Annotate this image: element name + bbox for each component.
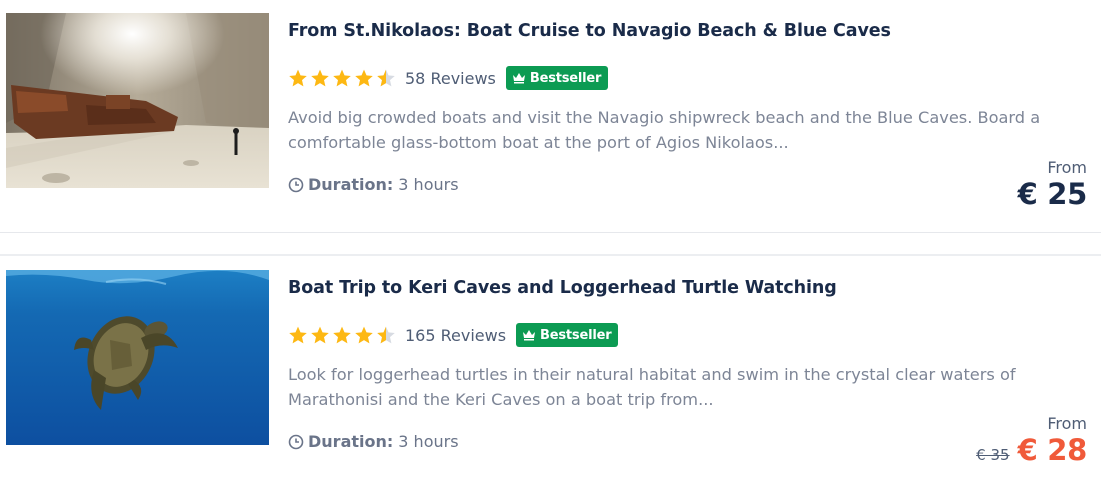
tour-image[interactable]	[6, 270, 269, 445]
tour-card[interactable]: Boat Trip to Keri Caves and Loggerhead T…	[0, 256, 1101, 479]
star-rating	[288, 68, 396, 88]
duration-label: Duration:	[308, 432, 394, 451]
star-rating	[288, 325, 396, 345]
review-count[interactable]: 165 Reviews	[405, 326, 506, 345]
star-full-icon	[311, 326, 329, 344]
bestseller-badge: Bestseller	[505, 66, 609, 90]
tour-image[interactable]	[6, 13, 269, 188]
duration-value: 3 hours	[398, 175, 459, 194]
rating-row: 165 Reviews Bestseller	[288, 322, 619, 348]
tour-description: Avoid big crowded boats and visit the Na…	[288, 108, 1041, 152]
review-count[interactable]: 58 Reviews	[405, 69, 496, 88]
badge-label: Bestseller	[540, 327, 612, 343]
price: € 25	[1017, 177, 1088, 211]
crown-icon	[512, 73, 525, 84]
star-full-icon	[355, 69, 373, 87]
star-full-icon	[333, 326, 351, 344]
sale-price: € 28	[1017, 433, 1088, 467]
duration-label: Duration:	[308, 175, 394, 194]
star-half-icon	[377, 69, 395, 87]
star-full-icon	[333, 69, 351, 87]
duration: Duration: 3 hours	[288, 175, 459, 194]
star-half-icon	[377, 326, 395, 344]
star-full-icon	[289, 326, 307, 344]
badge-label: Bestseller	[529, 70, 602, 86]
shipwreck-beach-photo	[6, 13, 269, 188]
price-block: From € 35 € 28	[976, 414, 1087, 467]
star-full-icon	[355, 326, 373, 344]
tour-title[interactable]: From St.Nikolaos: Boat Cruise to Navagio…	[288, 21, 891, 41]
clock-icon	[288, 434, 304, 449]
star-full-icon	[289, 69, 307, 87]
tour-title[interactable]: Boat Trip to Keri Caves and Loggerhead T…	[288, 278, 837, 298]
star-full-icon	[311, 69, 329, 87]
price-block: From € 25	[1017, 158, 1088, 211]
from-label: From	[1047, 158, 1087, 177]
divider	[0, 232, 1101, 256]
sea-turtle-photo	[6, 270, 269, 445]
from-label: From	[1047, 414, 1087, 433]
rating-row: 58 Reviews Bestseller	[288, 65, 609, 91]
crown-icon	[523, 330, 536, 341]
clock-icon	[288, 177, 304, 192]
bestseller-badge: Bestseller	[516, 323, 619, 347]
tour-card[interactable]: From St.Nikolaos: Boat Cruise to Navagio…	[0, 0, 1101, 232]
tour-description: Look for loggerhead turtles in their nat…	[288, 365, 1016, 409]
duration: Duration: 3 hours	[288, 432, 459, 451]
duration-value: 3 hours	[398, 432, 459, 451]
original-price: € 35	[976, 446, 1010, 464]
